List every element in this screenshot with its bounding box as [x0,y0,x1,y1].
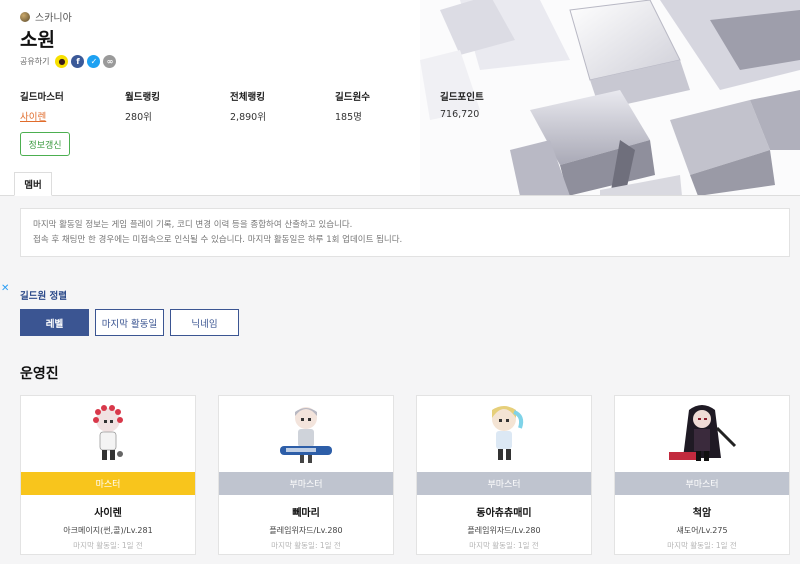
refresh-info-button[interactable]: 정보갱신 [20,132,70,156]
member-job-level: 플레임위자드/Lv.280 [269,526,343,535]
character-sprite [93,405,123,460]
member-card[interactable]: 마스터 사이렌 아크메이지(썬,콜)/Lv.281 마지막 활동일: 1일 전 [20,395,196,555]
stat-label: 월드랭킹 [125,92,160,103]
sort-by-last-active-button[interactable]: 마지막 활동일 [95,309,164,336]
stat-world-rank: 월드랭킹 280위 [125,89,230,123]
role-badge: 부마스터 [615,472,789,495]
character-avatar [615,396,789,472]
member-card[interactable]: 부마스터 동아츄츄매미 플레임위자드/Lv.280 마지막 활동일: 1일 전 [416,395,592,555]
character-avatar [417,396,591,472]
sort-title: 길드원 정렬 [20,291,68,302]
activity-notice: 마지막 활동일 정보는 게임 플레이 기록, 코디 변경 이력 등을 종합하여 … [20,208,790,257]
member-job-level: 플레임위자드/Lv.280 [467,526,541,535]
guild-header: 스카니아 소원 공유하기 ● f ✓ ∞ 길드마스터 사이렌 월드랭킹 280위… [0,0,800,196]
member-name: 뻬마리 [292,508,320,519]
notice-line: 접속 후 채팅만 한 경우에는 미접속으로 인식될 수 있습니다. 마지막 활동… [33,235,403,245]
role-badge: 부마스터 [219,472,393,495]
role-badge: 마스터 [21,472,195,495]
link-icon[interactable]: ∞ [103,55,117,68]
share-bar: 공유하기 ● f ✓ ∞ [20,55,117,68]
member-card[interactable]: 부마스터 뻬마리 플레임위자드/Lv.280 마지막 활동일: 1일 전 [218,395,394,555]
stat-label: 길드원수 [335,92,370,103]
kakao-icon[interactable]: ● [55,55,69,68]
stat-member-count: 길드원수 185명 [335,89,440,123]
character-avatar [219,396,393,472]
member-last-active: 마지막 활동일: 1일 전 [271,541,341,550]
stat-total-rank: 전체랭킹 2,890위 [230,89,335,123]
tab-members[interactable]: 멤버 [14,172,52,196]
sort-buttons: 레벨 마지막 활동일 닉네임 [20,309,239,336]
member-card[interactable]: 부마스터 척암 섀도어/Lv.275 마지막 활동일: 1일 전 [614,395,790,555]
staff-section-title: 운영진 [20,366,59,382]
member-last-active: 마지막 활동일: 1일 전 [667,541,737,550]
member-last-active: 마지막 활동일: 1일 전 [73,541,143,550]
stat-value: 716,720 [440,109,480,120]
character-sprite [492,406,524,460]
stat-guild-points: 길드포인트 716,720 [440,89,545,123]
sort-by-level-button[interactable]: 레벨 [20,309,89,336]
stat-value: 185명 [335,112,362,123]
tab-divider [0,195,800,196]
sort-by-nickname-button[interactable]: 닉네임 [170,309,239,336]
character-sprite [669,405,737,461]
stat-guild-master: 길드마스터 사이렌 [20,89,125,123]
ad-close-icon[interactable]: ✕ [1,283,9,294]
share-label: 공유하기 [20,57,50,66]
member-name: 사이렌 [94,508,122,519]
staff-cards: 마스터 사이렌 아크메이지(썬,콜)/Lv.281 마지막 활동일: 1일 전 … [20,395,790,555]
member-name: 동아츄츄매미 [476,508,532,519]
member-job-level: 아크메이지(썬,콜)/Lv.281 [63,526,153,535]
world-name: 스카니아 [35,13,72,24]
role-badge: 부마스터 [417,472,591,495]
member-last-active: 마지막 활동일: 1일 전 [469,541,539,550]
character-sprite [280,407,332,463]
stat-value: 2,890위 [230,112,266,123]
notice-line: 마지막 활동일 정보는 게임 플레이 기록, 코디 변경 이력 등을 종합하여 … [33,220,353,230]
guild-name: 소원 [20,29,55,51]
stat-label: 길드마스터 [20,92,64,103]
stat-value: 280위 [125,112,152,123]
twitter-icon[interactable]: ✓ [87,55,101,68]
guild-stats: 길드마스터 사이렌 월드랭킹 280위 전체랭킹 2,890위 길드원수 185… [20,89,545,123]
world-icon [20,11,30,22]
world-label: 스카니아 [20,9,72,24]
stat-label: 길드포인트 [440,92,484,103]
guild-page: 스카니아 소원 공유하기 ● f ✓ ∞ 길드마스터 사이렌 월드랭킹 280위… [0,0,800,564]
member-name: 척암 [692,508,712,519]
character-avatar [21,396,195,472]
stat-label: 전체랭킹 [230,92,265,103]
guild-master-link[interactable]: 사이렌 [20,109,125,123]
member-job-level: 섀도어/Lv.275 [676,526,728,535]
facebook-icon[interactable]: f [71,55,85,68]
